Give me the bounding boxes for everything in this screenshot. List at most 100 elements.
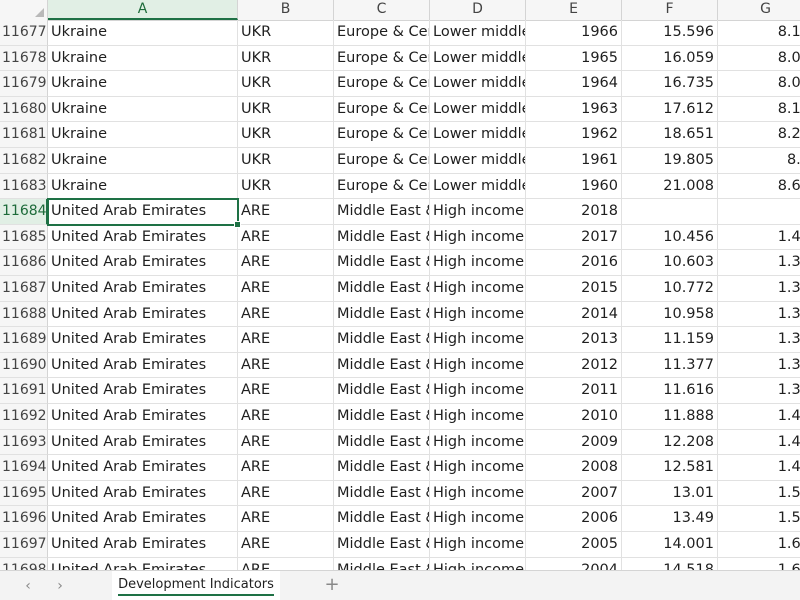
cell-f[interactable] <box>622 199 718 225</box>
cell-b[interactable]: UKR <box>238 122 334 148</box>
cell-b[interactable]: UKR <box>238 148 334 174</box>
cell-g[interactable]: 1.36 <box>718 302 800 328</box>
row-header[interactable]: 11695 <box>0 480 48 507</box>
cell-f[interactable]: 11.377 <box>622 352 718 379</box>
row-header[interactable]: 11694 <box>0 455 48 481</box>
cell-e[interactable]: 2017 <box>526 224 622 251</box>
cell-d[interactable]: High income <box>430 327 526 353</box>
cell-f[interactable]: 16.735 <box>622 71 718 97</box>
chevron-right-icon[interactable]: › <box>50 577 70 595</box>
row-header[interactable]: 11687 <box>0 276 48 302</box>
cell-e[interactable]: 2016 <box>526 250 622 276</box>
cell-e[interactable]: 2007 <box>526 480 622 507</box>
cell-c[interactable]: Middle East & North Africa <box>334 557 430 570</box>
cell-f[interactable]: 17.612 <box>622 96 718 123</box>
column-header-f[interactable]: F <box>622 0 718 20</box>
cell-g[interactable] <box>718 199 800 225</box>
column-header-c[interactable]: C <box>334 0 430 20</box>
select-all-corner[interactable] <box>0 0 48 20</box>
cell-b[interactable]: ARE <box>238 301 334 328</box>
column-header-e[interactable]: E <box>526 0 622 20</box>
cell-d[interactable]: High income <box>430 506 526 532</box>
cell-a[interactable]: Ukraine <box>48 96 238 123</box>
cell-f[interactable]: 12.208 <box>622 429 718 456</box>
cell-e[interactable]: 2018 <box>526 199 622 225</box>
cell-d[interactable]: Lower middle income <box>430 122 526 148</box>
cell-c[interactable]: Europe & Central Asia <box>334 96 430 123</box>
cell-g[interactable]: 1.55 <box>718 506 800 532</box>
cell-e[interactable]: 2011 <box>526 378 622 404</box>
spreadsheet-grid[interactable]: ABCDEFG 11677UkraineUKREurope & Central … <box>0 0 800 570</box>
cell-d[interactable]: High income <box>430 480 526 507</box>
cell-d[interactable]: High income <box>430 532 526 558</box>
cell-b[interactable]: UKR <box>238 96 334 123</box>
cell-g[interactable]: 8.18 <box>718 20 800 46</box>
cell-f[interactable]: 10.603 <box>622 250 718 276</box>
cell-b[interactable]: ARE <box>238 250 334 276</box>
cell-b[interactable]: ARE <box>238 557 334 570</box>
cell-c[interactable]: Europe & Central Asia <box>334 71 430 97</box>
cell-b[interactable]: ARE <box>238 429 334 456</box>
cell-b[interactable]: ARE <box>238 327 334 353</box>
cell-d[interactable]: High income <box>430 378 526 404</box>
cell-e[interactable]: 1964 <box>526 71 622 97</box>
cell-f[interactable]: 16.059 <box>622 45 718 72</box>
cell-g[interactable]: 1.36 <box>718 353 800 379</box>
cell-e[interactable]: 1962 <box>526 122 622 148</box>
cell-c[interactable]: Europe & Central Asia <box>334 173 430 200</box>
row-header[interactable]: 11692 <box>0 404 48 430</box>
cell-d[interactable]: Lower middle income <box>430 45 526 72</box>
cell-b[interactable]: UKR <box>238 71 334 97</box>
cell-b[interactable]: UKR <box>238 20 334 46</box>
cell-f[interactable]: 15.596 <box>622 20 718 46</box>
cell-g[interactable]: 1.40 <box>718 404 800 430</box>
cell-c[interactable]: Europe & Central Asia <box>334 20 430 46</box>
cell-b[interactable]: ARE <box>238 480 334 507</box>
cell-a[interactable]: United Arab Emirates <box>48 327 238 353</box>
cell-d[interactable]: Lower middle income <box>430 96 526 123</box>
row-header[interactable]: 11697 <box>0 532 48 558</box>
cell-a[interactable]: United Arab Emirates <box>48 276 238 302</box>
cell-d[interactable]: Lower middle income <box>430 173 526 200</box>
cell-d[interactable]: High income <box>430 224 526 251</box>
cell-b[interactable]: ARE <box>238 404 334 430</box>
cell-f[interactable]: 21.008 <box>622 173 718 200</box>
cell-c[interactable]: Europe & Central Asia <box>334 122 430 148</box>
cell-a[interactable]: United Arab Emirates <box>48 378 238 404</box>
row-header[interactable]: 11686 <box>0 250 48 276</box>
cell-c[interactable]: Middle East & North Africa <box>334 506 430 532</box>
cell-b[interactable]: ARE <box>238 352 334 379</box>
cell-a[interactable]: United Arab Emirates <box>48 404 238 430</box>
cell-g[interactable]: 8.4 <box>718 148 800 174</box>
cell-b[interactable]: ARE <box>238 276 334 302</box>
cell-g[interactable]: 1.37 <box>718 276 800 302</box>
cell-f[interactable]: 14.001 <box>622 532 718 558</box>
column-header-d[interactable]: D <box>430 0 526 20</box>
cell-a[interactable]: United Arab Emirates <box>48 455 238 481</box>
cell-f[interactable]: 12.581 <box>622 455 718 481</box>
row-header[interactable]: 11684 <box>0 199 48 225</box>
cell-c[interactable]: Europe & Central Asia <box>334 45 430 72</box>
cell-f[interactable]: 10.456 <box>622 224 718 251</box>
cell-c[interactable]: Middle East & North Africa <box>334 301 430 328</box>
cell-f[interactable]: 11.616 <box>622 378 718 404</box>
cell-c[interactable]: Middle East & North Africa <box>334 532 430 558</box>
cell-b[interactable]: ARE <box>238 224 334 251</box>
cell-c[interactable]: Middle East & North Africa <box>334 199 430 225</box>
row-header[interactable]: 11681 <box>0 122 48 148</box>
cell-f[interactable]: 10.958 <box>622 301 718 328</box>
row-header[interactable]: 11682 <box>0 148 48 174</box>
cell-e[interactable]: 1966 <box>526 20 622 46</box>
cell-d[interactable]: High income <box>430 250 526 276</box>
cell-d[interactable]: High income <box>430 276 526 302</box>
cell-e[interactable]: 2005 <box>526 532 622 558</box>
cell-f[interactable]: 13.01 <box>622 480 718 507</box>
cell-c[interactable]: Europe & Central Asia <box>334 148 430 174</box>
cell-d[interactable]: Lower middle income <box>430 20 526 46</box>
cell-e[interactable]: 1961 <box>526 148 622 174</box>
column-header-b[interactable]: B <box>238 0 334 20</box>
cell-c[interactable]: Middle East & North Africa <box>334 352 430 379</box>
row-header[interactable]: 11679 <box>0 71 48 97</box>
cell-a[interactable]: United Arab Emirates <box>48 506 238 532</box>
cell-a[interactable]: United Arab Emirates <box>48 480 238 507</box>
